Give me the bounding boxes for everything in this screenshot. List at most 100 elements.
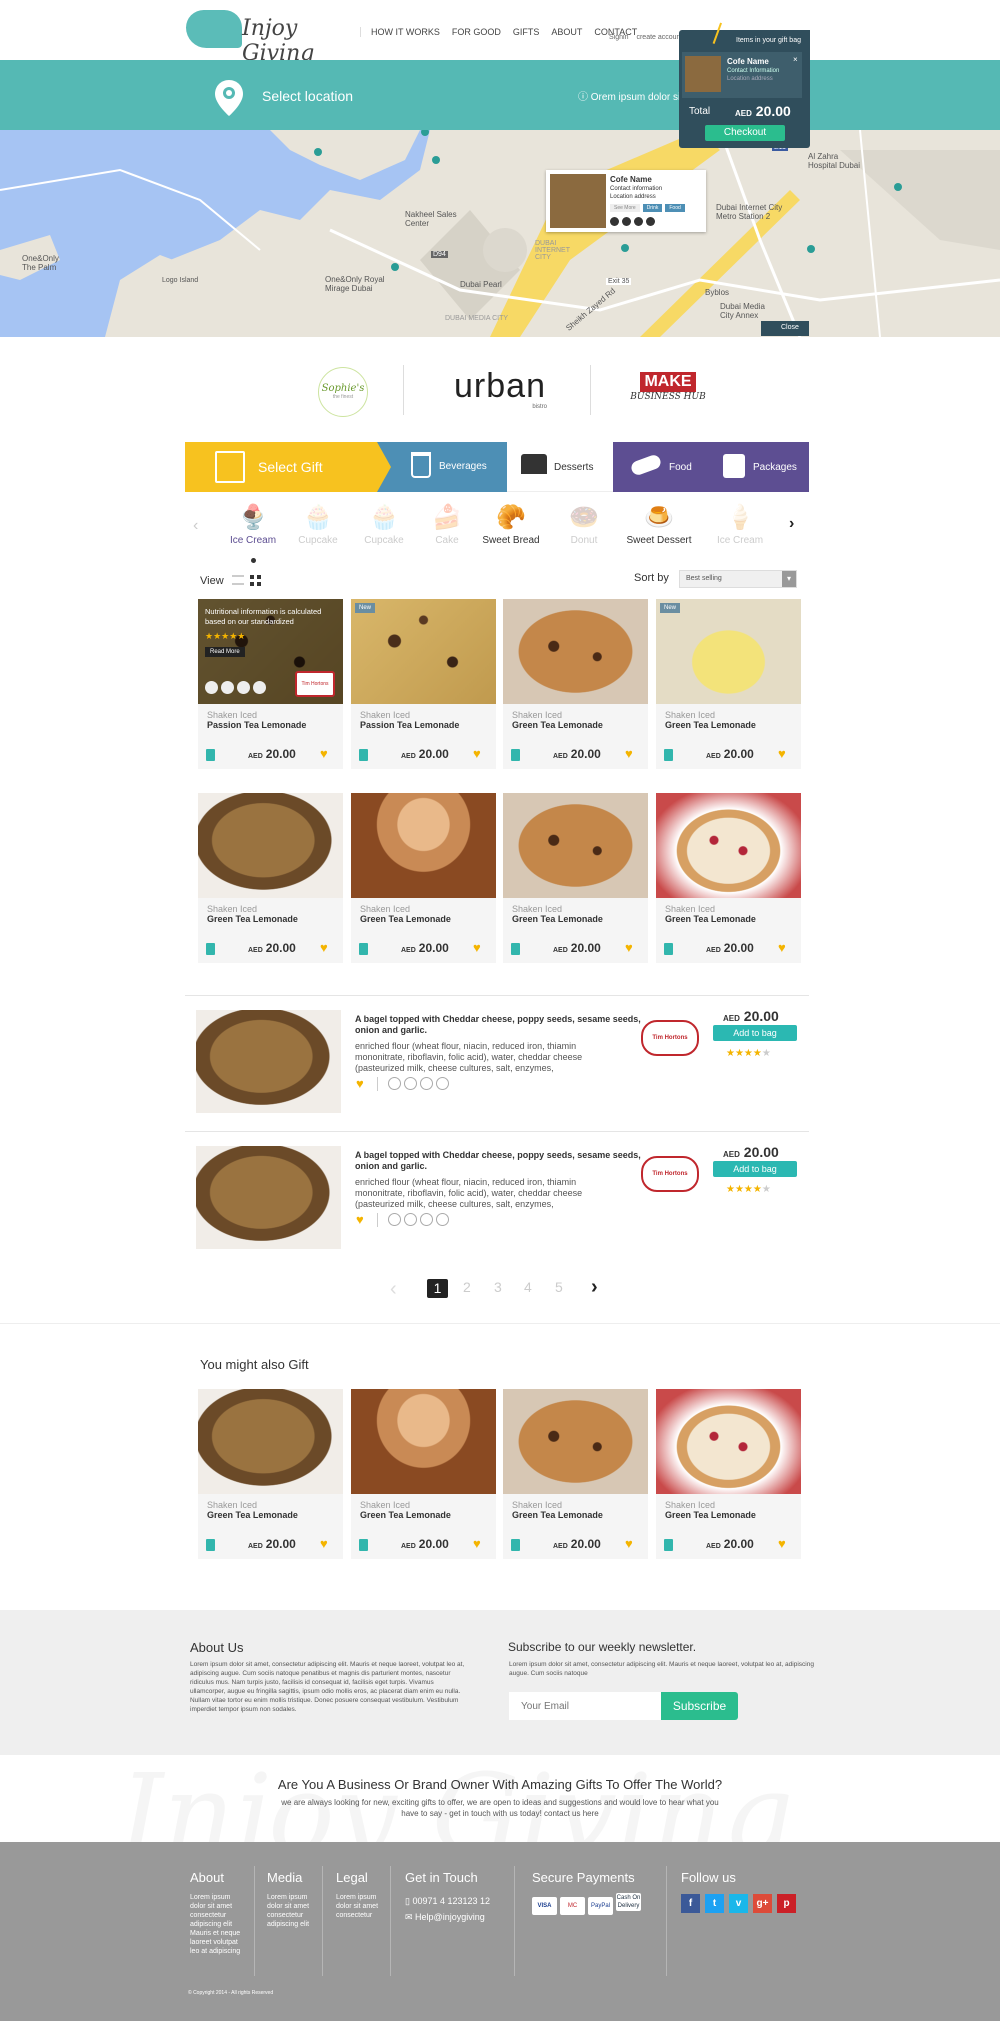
- category-item[interactable]: 🍩 Donut: [549, 497, 619, 547]
- product-card[interactable]: Nutritional information is calculated ba…: [198, 599, 343, 769]
- tab-packages[interactable]: Packages: [753, 462, 797, 473]
- next-category-icon[interactable]: ›: [789, 515, 794, 533]
- tab-beverages[interactable]: Beverages: [377, 442, 507, 492]
- pinterest-icon[interactable]: [253, 681, 266, 694]
- facebook-icon[interactable]: [388, 1213, 401, 1226]
- prev-page-icon[interactable]: ‹: [390, 1278, 397, 1301]
- brand-sophies[interactable]: Sophie's the finest: [318, 367, 368, 417]
- grid-view-icon[interactable]: [250, 575, 261, 586]
- page-1[interactable]: 1: [427, 1279, 448, 1298]
- heart-icon[interactable]: ♥: [778, 746, 786, 761]
- add-to-bag-icon[interactable]: [359, 749, 368, 761]
- heart-icon[interactable]: ♥: [625, 746, 633, 761]
- nav-gifts[interactable]: GIFTS: [513, 27, 540, 37]
- google-plus-icon[interactable]: g+: [753, 1894, 772, 1913]
- product-card[interactable]: Shaken Iced Green Tea Lemonade AED 20.00 …: [351, 793, 496, 963]
- list-item[interactable]: A bagel topped with Cheddar cheese, popp…: [185, 1131, 809, 1261]
- page-4[interactable]: 4: [524, 1279, 532, 1295]
- product-card[interactable]: Shaken Iced Green Tea Lemonade AED 20.00 …: [198, 1389, 343, 1559]
- footer-phone[interactable]: 00971 4 123123 12: [412, 1896, 490, 1906]
- add-to-bag-button[interactable]: Add to bag: [713, 1025, 797, 1041]
- product-card[interactable]: Shaken Iced Green Tea Lemonade AED 20.00 …: [503, 1389, 648, 1559]
- brand-make[interactable]: MAKE BUSINESS HUB: [630, 372, 706, 402]
- location-pin-icon[interactable]: [214, 79, 244, 117]
- add-to-bag-icon[interactable]: [664, 1539, 673, 1551]
- pinterest-icon[interactable]: p: [777, 1894, 796, 1913]
- facebook-icon[interactable]: [205, 681, 218, 694]
- heart-icon[interactable]: ♥: [356, 1076, 364, 1091]
- twitter-icon[interactable]: [420, 1077, 433, 1090]
- category-item[interactable]: 🧁 Cupcake: [283, 497, 353, 547]
- product-card[interactable]: New Shaken Iced Green Tea Lemonade AED 20…: [656, 599, 801, 769]
- add-to-bag-icon[interactable]: [664, 749, 673, 761]
- pinterest-icon[interactable]: [436, 1213, 449, 1226]
- nav-how-it-works[interactable]: HOW IT WORKS: [371, 27, 440, 37]
- category-item[interactable]: 🍦 Ice Cream: [705, 497, 775, 547]
- product-card[interactable]: New Shaken Iced Passion Tea Lemonade AED…: [351, 599, 496, 769]
- heart-icon[interactable]: ♥: [625, 940, 633, 955]
- nav-for-good[interactable]: FOR GOOD: [452, 27, 501, 37]
- popup-tag[interactable]: See More: [610, 204, 640, 212]
- category-item[interactable]: 🍰 Cake: [412, 497, 482, 547]
- product-card[interactable]: Shaken Iced Green Tea Lemonade AED 20.00 …: [656, 1389, 801, 1559]
- product-card[interactable]: Shaken Iced Green Tea Lemonade AED 20.00 …: [503, 599, 648, 769]
- tab-desserts[interactable]: Desserts: [507, 442, 613, 492]
- product-card[interactable]: Shaken Iced Green Tea Lemonade AED 20.00 …: [503, 793, 648, 963]
- footer-email[interactable]: Help@injoygiving: [415, 1912, 485, 1922]
- twitter-icon[interactable]: [237, 681, 250, 694]
- heart-icon[interactable]: ♥: [320, 746, 328, 761]
- map[interactable]: Nakheel Sales Center Dubai Pearl One&Onl…: [0, 130, 1000, 337]
- prev-category-icon[interactable]: ‹: [193, 517, 198, 535]
- select-location-label[interactable]: Select location: [262, 88, 353, 104]
- list-view-icon[interactable]: [232, 575, 244, 585]
- pinterest-icon[interactable]: [436, 1077, 449, 1090]
- page-2[interactable]: 2: [463, 1279, 471, 1295]
- google-plus-icon[interactable]: [622, 217, 631, 226]
- category-item[interactable]: 🧁 Cupcake: [349, 497, 419, 547]
- popup-tag[interactable]: Drink: [642, 204, 663, 212]
- list-item[interactable]: A bagel topped with Cheddar cheese, popp…: [185, 995, 809, 1125]
- twitter-icon[interactable]: [634, 217, 643, 226]
- product-card[interactable]: Shaken Iced Green Tea Lemonade AED 20.00 …: [198, 793, 343, 963]
- heart-icon[interactable]: ♥: [778, 940, 786, 955]
- product-card[interactable]: Shaken Iced Green Tea Lemonade AED 20.00 …: [351, 1389, 496, 1559]
- remove-item-icon[interactable]: ×: [793, 55, 798, 64]
- map-popup[interactable]: Cofe Name Contact information Location a…: [546, 170, 706, 232]
- vimeo-icon[interactable]: v: [729, 1894, 748, 1913]
- facebook-icon[interactable]: [610, 217, 619, 226]
- add-to-bag-icon[interactable]: [359, 1539, 368, 1551]
- heart-icon[interactable]: ♥: [625, 1536, 633, 1551]
- heart-icon[interactable]: ♥: [356, 1212, 364, 1227]
- page-3[interactable]: 3: [494, 1279, 502, 1295]
- next-page-icon[interactable]: ›: [591, 1276, 598, 1299]
- heart-icon[interactable]: ♥: [778, 1536, 786, 1551]
- facebook-icon[interactable]: [388, 1077, 401, 1090]
- signin-link[interactable]: Signin: [609, 34, 628, 41]
- google-plus-icon[interactable]: [221, 681, 234, 694]
- google-plus-icon[interactable]: [404, 1077, 417, 1090]
- popup-tag[interactable]: Food: [665, 204, 685, 212]
- add-to-bag-icon[interactable]: [511, 749, 520, 761]
- add-to-bag-icon[interactable]: [511, 943, 520, 955]
- read-more-button[interactable]: Read More: [205, 647, 245, 657]
- twitter-icon[interactable]: [420, 1213, 433, 1226]
- heart-icon[interactable]: ♥: [320, 940, 328, 955]
- category-item[interactable]: 🍨 Ice Cream: [218, 497, 288, 547]
- heart-icon[interactable]: ♥: [473, 746, 481, 761]
- facebook-icon[interactable]: f: [681, 1894, 700, 1913]
- email-field[interactable]: [509, 1692, 662, 1720]
- brand-urban[interactable]: urban bistro: [445, 368, 555, 410]
- add-to-bag-icon[interactable]: [511, 1539, 520, 1551]
- logo[interactable]: Injoy Giving: [186, 6, 350, 66]
- twitter-icon[interactable]: t: [705, 1894, 724, 1913]
- sort-select[interactable]: Best selling ▾: [679, 570, 797, 588]
- pinterest-icon[interactable]: [646, 217, 655, 226]
- heart-icon[interactable]: ♥: [473, 940, 481, 955]
- heart-icon[interactable]: ♥: [473, 1536, 481, 1551]
- page-5[interactable]: 5: [555, 1279, 563, 1295]
- nav-about[interactable]: ABOUT: [551, 27, 582, 37]
- product-card[interactable]: Shaken Iced Green Tea Lemonade AED 20.00 …: [656, 793, 801, 963]
- heart-icon[interactable]: ♥: [320, 1536, 328, 1551]
- add-to-bag-icon[interactable]: [206, 943, 215, 955]
- checkout-button[interactable]: Checkout: [705, 125, 785, 141]
